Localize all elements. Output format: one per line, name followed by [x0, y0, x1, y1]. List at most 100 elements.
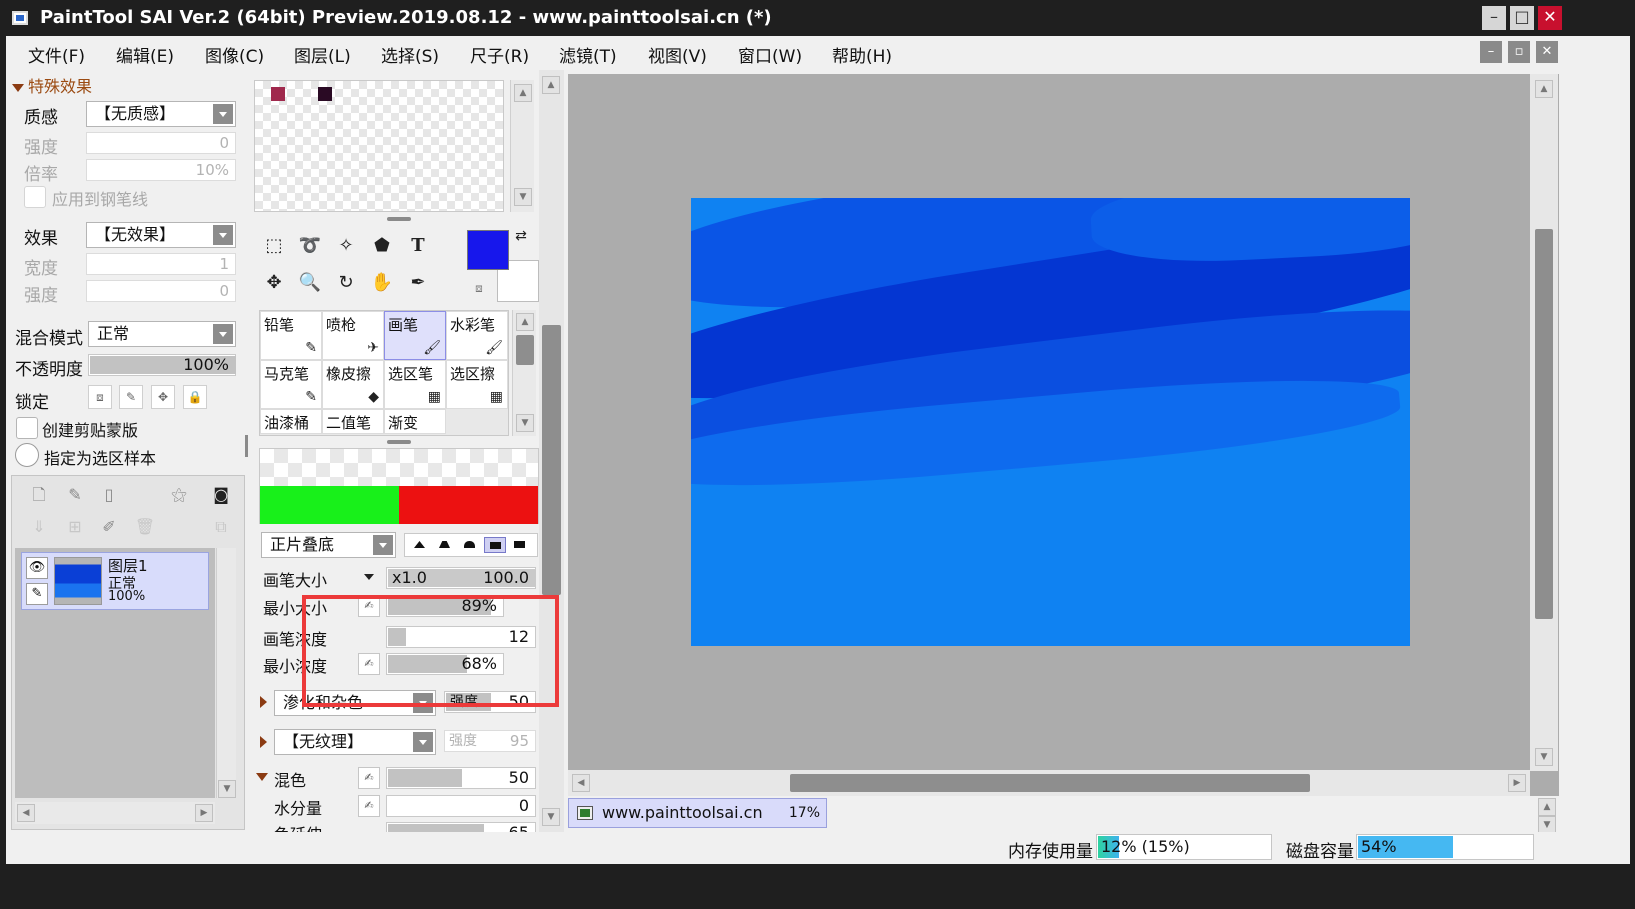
- brush-watercolor[interactable]: 水彩笔 🖌: [446, 311, 508, 360]
- scroll-up-icon[interactable]: ▲: [1538, 798, 1556, 816]
- apply-to-pen-checkbox[interactable]: [24, 186, 46, 208]
- blend-mode-dropdown[interactable]: 正常: [88, 321, 236, 347]
- scroll-up-icon[interactable]: ▲: [516, 313, 534, 331]
- texture-dropdown[interactable]: 【无质感】: [86, 101, 236, 127]
- menu-filter[interactable]: 滤镜(T): [559, 42, 617, 67]
- panel-splitter[interactable]: [387, 217, 411, 221]
- tip-square-icon[interactable]: [509, 537, 531, 553]
- tip-blunt-icon[interactable]: [459, 537, 481, 553]
- rect-select-icon[interactable]: ⬚: [258, 230, 290, 262]
- mdi-restore-button[interactable]: ▫: [1508, 41, 1530, 63]
- swap-colors-icon[interactable]: ⇄: [510, 225, 532, 247]
- menu-select[interactable]: 选择(S): [381, 42, 439, 67]
- pressure-icon[interactable]: ✍: [358, 795, 380, 817]
- panel-splitter[interactable]: [245, 435, 248, 457]
- menu-ruler[interactable]: 尺子(R): [470, 42, 529, 67]
- selection-sample-radio[interactable]: [15, 443, 39, 467]
- menu-file[interactable]: 文件(F): [28, 42, 85, 67]
- scroll-down-icon[interactable]: ▼: [514, 188, 532, 206]
- scroll-thumb[interactable]: [542, 325, 561, 595]
- delete-layer-icon[interactable]: 🗑: [134, 516, 156, 538]
- effect-strength-slider[interactable]: 0: [86, 280, 236, 302]
- brush-gradient[interactable]: 渐变: [384, 409, 446, 434]
- brush-marker[interactable]: 马克笔 ✎: [260, 360, 322, 409]
- brush-size-slider[interactable]: x1.0 100.0: [386, 567, 536, 589]
- text-tool-icon[interactable]: T: [402, 230, 434, 262]
- canvas-viewport[interactable]: [568, 74, 1559, 796]
- brush-texture-dropdown[interactable]: 【无纹理】: [274, 729, 436, 755]
- mdi-minimize-button[interactable]: –: [1480, 41, 1502, 63]
- menu-image[interactable]: 图像(C): [205, 42, 264, 67]
- new-layer-icon[interactable]: 🗋: [28, 484, 50, 506]
- eyedropper-icon[interactable]: ✒: [402, 267, 434, 299]
- eye-icon[interactable]: 👁: [26, 557, 48, 579]
- tool-panel-scrollbar[interactable]: ▲ ▼: [539, 70, 564, 832]
- doc-tab-scrollbar[interactable]: ▲ ▼: [1535, 798, 1559, 834]
- scroll-up-icon[interactable]: ▲: [542, 76, 560, 94]
- canvas-vertical-scrollbar[interactable]: ▲ ▼: [1530, 74, 1558, 771]
- canvas-horizontal-scrollbar[interactable]: ◀ ▶: [568, 770, 1530, 796]
- lock-transparency-icon[interactable]: ⧈: [88, 385, 112, 409]
- menu-edit[interactable]: 编辑(E): [116, 42, 174, 67]
- minimize-button[interactable]: –: [1482, 6, 1506, 30]
- menu-window[interactable]: 窗口(W): [738, 42, 802, 67]
- zoom-icon[interactable]: 🔍: [294, 267, 326, 299]
- layer-effect-icon[interactable]: ⚝: [168, 484, 190, 506]
- brush-brush[interactable]: 画笔 🖌: [384, 311, 446, 360]
- transfer-down-icon[interactable]: ⇓: [28, 516, 50, 538]
- effect-width-slider[interactable]: 1: [86, 253, 236, 275]
- swatch-scrollbar[interactable]: ▲ ▼: [510, 80, 534, 212]
- scroll-right-icon[interactable]: ▶: [1508, 774, 1526, 792]
- new-linework-layer-icon[interactable]: ✎: [64, 484, 86, 506]
- water-slider[interactable]: 0: [386, 795, 536, 817]
- expand-triangle-icon[interactable]: [260, 736, 267, 748]
- new-layer-folder-icon[interactable]: ▯: [98, 484, 120, 506]
- brush-airbrush[interactable]: 喷枪 ✈: [322, 311, 384, 360]
- texture-rate-slider[interactable]: 10%: [86, 159, 236, 181]
- scroll-left-icon[interactable]: ◀: [17, 804, 35, 822]
- close-button[interactable]: ✕: [1538, 6, 1562, 30]
- brush-pencil[interactable]: 铅笔 ✎: [260, 311, 322, 360]
- scroll-thumb[interactable]: [790, 774, 1310, 792]
- menu-layer[interactable]: 图层(L): [294, 42, 351, 67]
- scroll-up-icon[interactable]: ▲: [1535, 80, 1553, 98]
- panel-splitter[interactable]: [387, 440, 411, 444]
- tip-flat-icon[interactable]: [484, 537, 506, 553]
- lock-all-icon[interactable]: 🔒: [183, 385, 207, 409]
- menu-view[interactable]: 视图(V): [648, 42, 707, 67]
- brush-binary-pen[interactable]: 二值笔: [322, 409, 384, 434]
- size-preset-dropdown-icon[interactable]: [364, 574, 374, 580]
- brush-selection-eraser[interactable]: 选区擦 ▦: [446, 360, 508, 409]
- tip-round-icon[interactable]: [434, 537, 456, 553]
- expand-triangle-icon[interactable]: [260, 696, 267, 708]
- scroll-down-icon[interactable]: ▼: [542, 808, 560, 826]
- brush-grid-scrollbar[interactable]: ▲ ▼: [512, 310, 536, 436]
- magic-wand-icon[interactable]: ✧: [330, 230, 362, 262]
- maximize-button[interactable]: □: [1510, 6, 1534, 30]
- texture-strength-slider[interactable]: 0: [86, 132, 236, 154]
- scroll-up-icon[interactable]: ▲: [514, 84, 532, 102]
- swatch-palette[interactable]: [254, 80, 504, 212]
- lasso-icon[interactable]: ➰: [294, 230, 326, 262]
- special-effects-header[interactable]: 特殊效果: [12, 73, 92, 97]
- pen-icon[interactable]: ✎: [26, 583, 48, 605]
- layer-list-scrollbar[interactable]: ▼: [216, 548, 236, 798]
- scroll-right-icon[interactable]: ▶: [195, 804, 213, 822]
- layer-mask-apply-icon[interactable]: ⧉: [210, 516, 232, 538]
- hand-icon[interactable]: ✋: [366, 267, 398, 299]
- document-tab[interactable]: www.painttoolsai.cn 17%: [568, 798, 827, 828]
- rotate-icon[interactable]: ↻: [330, 267, 362, 299]
- merge-down-icon[interactable]: ⊞: [64, 516, 86, 538]
- lock-move-icon[interactable]: ✥: [151, 385, 175, 409]
- clipping-mask-checkbox[interactable]: [16, 417, 38, 439]
- effect-dropdown[interactable]: 【无效果】: [86, 222, 236, 248]
- brush-blend-dropdown[interactable]: 正片叠底: [261, 532, 396, 558]
- lock-paint-icon[interactable]: ✎: [119, 385, 143, 409]
- foreground-color-swatch[interactable]: [467, 230, 509, 270]
- scroll-left-icon[interactable]: ◀: [572, 774, 590, 792]
- tip-sharp-icon[interactable]: [409, 537, 431, 553]
- collapse-triangle-icon[interactable]: [256, 773, 268, 781]
- menu-help[interactable]: 帮助(H): [832, 42, 892, 67]
- scroll-thumb[interactable]: [516, 335, 534, 365]
- artwork-canvas[interactable]: [691, 198, 1410, 646]
